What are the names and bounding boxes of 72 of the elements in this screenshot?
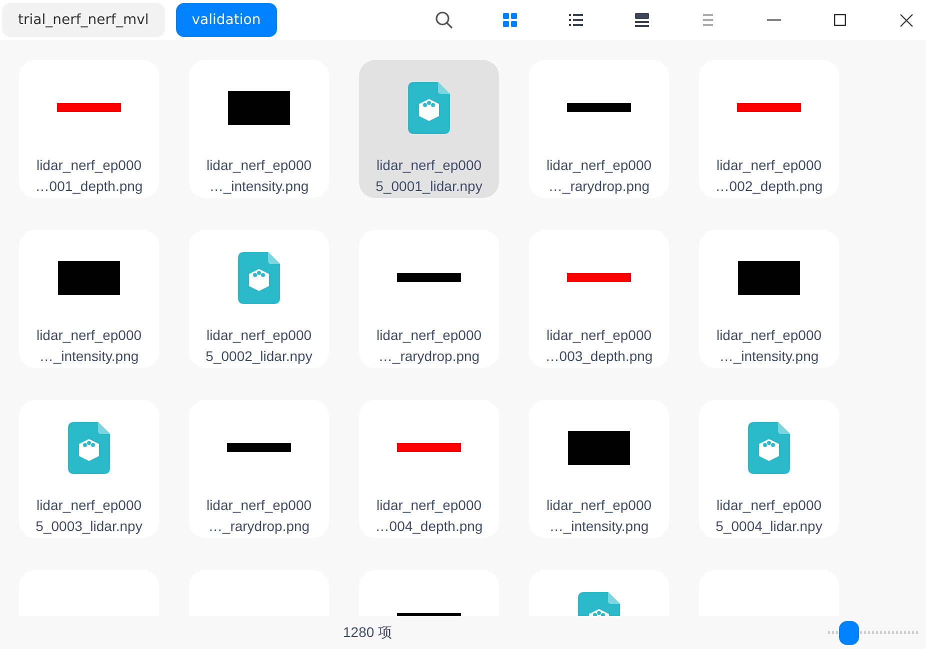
maximize-icon [834, 14, 846, 26]
file-card[interactable]: lidar_nerf_ep000 …_intensity.png [189, 60, 329, 198]
file-name: lidar_nerf_ep000 [36, 326, 142, 345]
item-count: 1280 项 [343, 624, 392, 642]
file-card[interactable]: lidar_nerf_ep000 …_rarydrop.png [529, 60, 669, 198]
file-card[interactable]: lidar_nerf_ep000 5_0004_lidar.npy [699, 400, 839, 538]
file-name: lidar_nerf_ep000 [376, 156, 482, 175]
file-name: lidar_nerf_ep000 [36, 156, 142, 175]
thumbnail-image [58, 260, 120, 294]
minimize-icon [767, 19, 781, 21]
file-name: …_rarydrop.png [548, 177, 650, 196]
file-card[interactable]: lidar_nerf_ep000 5_0003_lidar.npy [19, 400, 159, 538]
file-name: …_rarydrop.png [378, 347, 480, 366]
file-card[interactable]: lidar_nerf_ep000 …_rarydrop.png [189, 400, 329, 538]
file-name: …003_depth.png [545, 347, 653, 366]
file-name: 5_0004_lidar.npy [716, 517, 822, 536]
file-name: lidar_nerf_ep000 [206, 326, 312, 345]
file-name: 5_0002_lidar.npy [206, 347, 312, 366]
thumbnail-image [397, 443, 461, 452]
file-name: …002_depth.png [715, 177, 823, 196]
thumbnail-image [568, 430, 630, 464]
file-card[interactable]: lidar_nerf_ep000 5_0002_lidar.npy [189, 230, 329, 368]
thumbnail-image [57, 103, 121, 112]
file-name: …001_depth.png [35, 177, 143, 196]
file-name: 5_0003_lidar.npy [36, 517, 142, 536]
breadcrumb-button[interactable]: trial_nerf_nerf_mvl [2, 3, 165, 37]
file-card[interactable]: lidar_nerf_ep000 …004_depth.png [359, 400, 499, 538]
detail-view-icon [634, 12, 650, 28]
zoom-slider-thumb[interactable] [838, 620, 859, 644]
file-name: 5_0001_lidar.npy [376, 177, 482, 196]
file-card[interactable]: lidar_nerf_ep000 …_intensity.png [699, 230, 839, 368]
file-name: lidar_nerf_ep000 [546, 326, 652, 345]
thumbnail-image [228, 90, 290, 124]
file-name: lidar_nerf_ep000 [716, 156, 822, 175]
file-name: lidar_nerf_ep000 [206, 496, 312, 515]
search-icon [435, 11, 453, 29]
file-card[interactable]: lidar_nerf_ep000 …002_depth.png [699, 60, 839, 198]
thumbnail-image [567, 103, 631, 112]
file-name: lidar_nerf_ep000 [36, 496, 142, 515]
thumbnail-image [227, 443, 291, 452]
file-card[interactable]: lidar_nerf_ep000 …001_depth.png [19, 60, 159, 198]
close-icon [900, 14, 912, 26]
file-name: lidar_nerf_ep000 [206, 156, 312, 175]
file-name: …_intensity.png [549, 517, 649, 536]
thumbnail-image [737, 103, 801, 112]
file-name: lidar_nerf_ep000 [546, 156, 652, 175]
thumbnail-image [567, 273, 631, 282]
file-card[interactable]: lidar_nerf_ep000 …_intensity.png [529, 400, 669, 538]
file-name: …_intensity.png [209, 177, 309, 196]
file-card[interactable]: lidar_nerf_ep000 5_0001_lidar.npy [359, 60, 499, 198]
file-name: …_intensity.png [719, 347, 819, 366]
grid-view-icon [502, 12, 518, 28]
file-name: …_intensity.png [39, 347, 139, 366]
file-card[interactable]: lidar_nerf_ep000 …003_depth.png [529, 230, 669, 368]
thumbnail-image [397, 273, 461, 282]
file-name: lidar_nerf_ep000 [376, 326, 482, 345]
menu-icon [701, 14, 715, 26]
file-name: …004_depth.png [375, 517, 483, 536]
file-card[interactable]: lidar_nerf_ep000 …_rarydrop.png [359, 230, 499, 368]
file-icon [68, 422, 110, 474]
file-card[interactable]: lidar_nerf_ep000 …_intensity.png [19, 230, 159, 368]
file-name: lidar_nerf_ep000 [716, 326, 822, 345]
file-icon [748, 422, 790, 474]
thumbnail-image [738, 260, 800, 294]
file-name: lidar_nerf_ep000 [546, 496, 652, 515]
file-name: lidar_nerf_ep000 [716, 496, 822, 515]
file-name: …_rarydrop.png [208, 517, 310, 536]
file-name: lidar_nerf_ep000 [376, 496, 482, 515]
breadcrumb-button[interactable]: validation [176, 3, 277, 37]
list-view-icon [568, 12, 584, 28]
file-icon [408, 82, 450, 134]
file-icon [238, 252, 280, 304]
